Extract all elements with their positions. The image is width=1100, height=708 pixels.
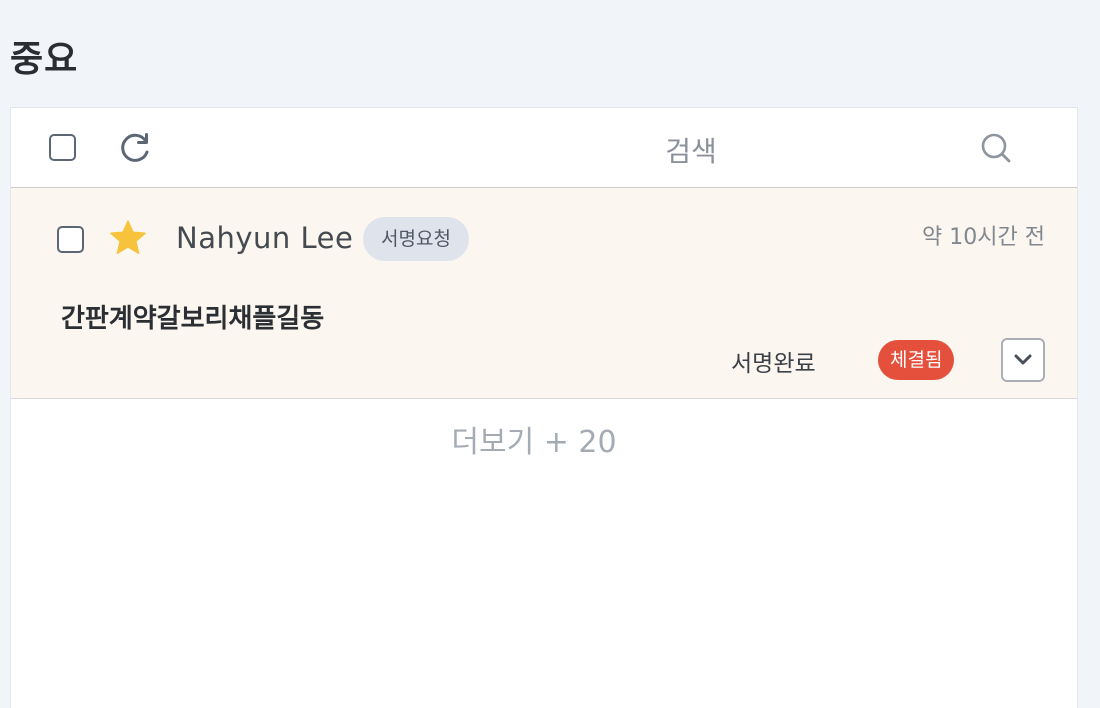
row-checkbox[interactable] xyxy=(57,226,84,253)
message-list-card: 검색 Nahyun Lee 서명요청 약 10시간 전 간판계약갈보리채플길동 … xyxy=(10,107,1078,708)
sender-name: Nahyun Lee xyxy=(176,221,354,255)
expand-button[interactable] xyxy=(1001,338,1045,382)
search-label[interactable]: 검색 xyxy=(611,130,771,170)
page-title: 중요 xyxy=(10,39,79,80)
refresh-button[interactable] xyxy=(117,130,153,166)
message-row[interactable]: Nahyun Lee 서명요청 약 10시간 전 간판계약갈보리채플길동 서명완… xyxy=(11,188,1077,399)
refresh-icon xyxy=(121,133,149,162)
select-all-checkbox[interactable] xyxy=(49,134,76,161)
chevron-down-icon xyxy=(1014,354,1032,365)
star-icon[interactable] xyxy=(108,218,148,258)
search-button[interactable] xyxy=(977,130,1015,168)
list-toolbar: 검색 xyxy=(11,108,1077,188)
load-more-button[interactable]: 더보기 + 20 xyxy=(0,399,1077,461)
sign-status: 서명완료 xyxy=(731,351,816,377)
search-icon xyxy=(981,133,1011,163)
request-badge: 서명요청 xyxy=(363,217,469,261)
document-title[interactable]: 간판계약갈보리채플길동 xyxy=(61,298,324,335)
timestamp: 약 10시간 전 xyxy=(922,225,1045,250)
status-badge: 체결됨 xyxy=(878,340,955,380)
